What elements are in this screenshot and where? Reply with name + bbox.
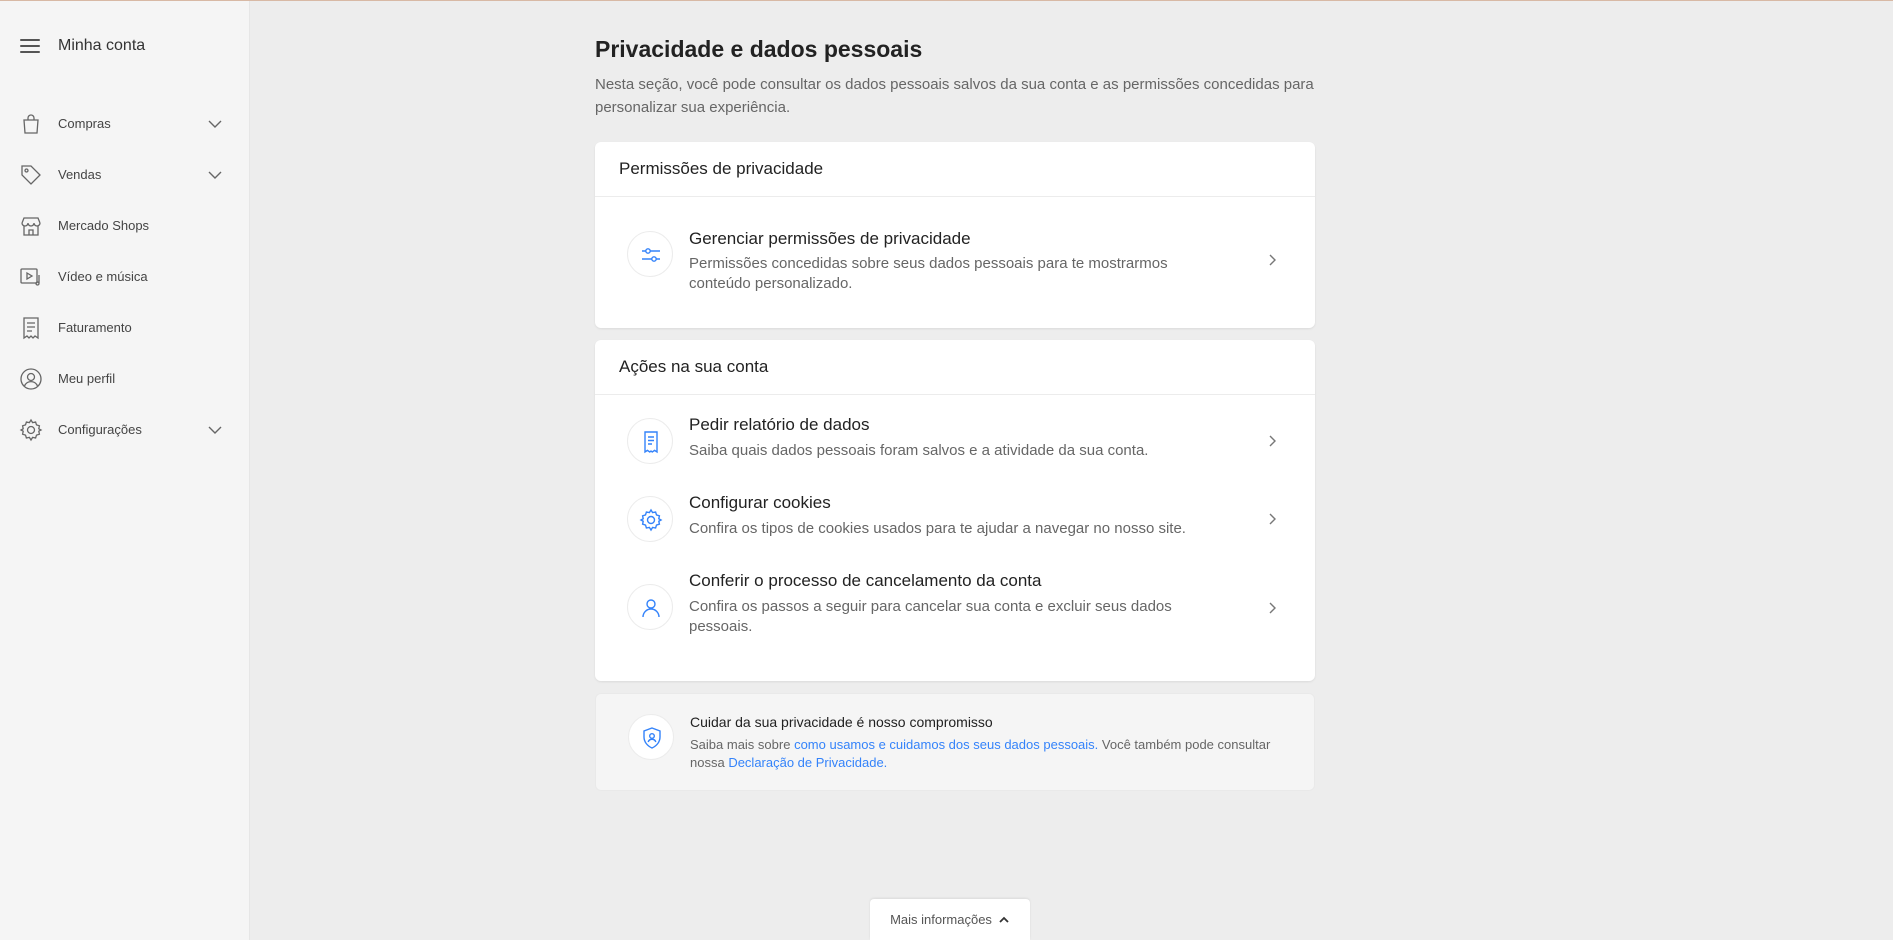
chevron-down-icon[interactable] <box>207 422 223 438</box>
sidebar-item-mercado-shops[interactable]: Mercado Shops <box>0 205 249 245</box>
more-info-button[interactable]: Mais informações <box>870 899 1030 940</box>
chevron-down-icon[interactable] <box>207 167 223 183</box>
profile-icon <box>20 368 42 390</box>
icon-circle <box>627 418 673 464</box>
icon-circle <box>628 714 674 760</box>
row-title: Pedir relatório de dados <box>689 415 870 434</box>
sidebar-item-label: Meu perfil <box>58 370 116 386</box>
card-heading: Ações na sua conta <box>595 340 1315 395</box>
chevron-up-icon <box>999 916 1009 923</box>
row-description: Confira os tipos de cookies usados para … <box>689 520 1186 537</box>
manage-privacy-permissions-row[interactable]: Gerenciar permissões de privacidade Perm… <box>595 198 1315 326</box>
page-description: Nesta seção, você pode consultar os dado… <box>595 76 1314 116</box>
chevron-right-icon <box>1269 254 1276 266</box>
hamburger-menu-icon[interactable] <box>20 39 40 53</box>
row-description: Permissões concedidas sobre seus dados p… <box>689 255 1168 292</box>
sidebar-item-label: Mercado Shops <box>58 217 150 233</box>
sidebar-item-meu-perfil[interactable]: Meu perfil <box>0 358 249 398</box>
sidebar-item-faturamento[interactable]: Faturamento <box>0 307 249 347</box>
sidebar-item-label: Faturamento <box>58 319 132 335</box>
sliders-icon <box>642 248 660 262</box>
sidebar-title: Minha conta <box>58 37 146 54</box>
privacy-commitment-notice: Cuidar da sua privacidade é nosso compro… <box>595 693 1315 791</box>
row-description: Saiba quais dados pessoais foram salvos … <box>689 442 1149 459</box>
notice-text: Saiba mais sobre como usamos e cuidamos … <box>690 736 1290 772</box>
icon-circle <box>627 231 673 277</box>
gear-icon <box>19 418 43 442</box>
icon-circle <box>627 584 673 630</box>
video-music-icon <box>20 268 40 286</box>
user-icon <box>642 599 660 618</box>
sidebar: Minha conta Compras Vendas Mercado Shops… <box>0 1 250 940</box>
row-description: Confira os passos a seguir para cancelar… <box>689 598 1172 635</box>
sidebar-header: Minha conta <box>20 35 145 57</box>
chevron-right-icon <box>1269 513 1276 525</box>
row-title: Conferir o processo de cancelamento da c… <box>689 571 1042 590</box>
data-report-row[interactable]: Pedir relatório de dados Saiba quais dad… <box>595 414 1315 484</box>
account-cancellation-row[interactable]: Conferir o processo de cancelamento da c… <box>595 570 1315 660</box>
page-title: Privacidade e dados pessoais <box>595 36 923 62</box>
notice-text-part: Saiba mais sobre <box>690 737 795 752</box>
sidebar-item-video-musica[interactable]: Vídeo e música <box>0 256 249 296</box>
row-title: Gerenciar permissões de privacidade <box>689 229 971 248</box>
row-title: Configurar cookies <box>689 493 831 512</box>
data-usage-link[interactable]: como usamos e cuidamos dos seus dados pe… <box>794 737 1098 752</box>
sidebar-item-compras[interactable]: Compras <box>0 103 249 143</box>
sidebar-item-configuracoes[interactable]: Configurações <box>0 409 249 449</box>
account-actions-card: Ações na sua conta Pedir relatório de da… <box>595 340 1315 681</box>
configure-cookies-row[interactable]: Configurar cookies Confira os tipos de c… <box>595 492 1315 562</box>
icon-circle <box>627 496 673 542</box>
more-info-label: Mais informações <box>890 912 992 927</box>
report-icon <box>644 431 658 454</box>
privacy-permissions-card: Permissões de privacidade Gerenciar perm… <box>595 142 1315 328</box>
notice-title: Cuidar da sua privacidade é nosso compro… <box>690 714 993 730</box>
sidebar-item-vendas[interactable]: Vendas <box>0 154 249 194</box>
tag-icon <box>21 165 41 185</box>
store-icon <box>21 217 41 236</box>
shield-icon <box>643 727 661 749</box>
top-border <box>0 0 1893 1</box>
sidebar-item-label: Compras <box>58 115 111 131</box>
privacy-declaration-link[interactable]: Declaração de Privacidade. <box>728 755 887 770</box>
bag-icon <box>23 114 39 134</box>
card-heading: Permissões de privacidade <box>595 142 1315 197</box>
chevron-right-icon <box>1269 435 1276 447</box>
receipt-icon <box>23 317 39 340</box>
chevron-down-icon[interactable] <box>207 116 223 132</box>
gear-icon <box>639 508 663 532</box>
sidebar-item-label: Vídeo e música <box>58 268 148 284</box>
chevron-right-icon <box>1269 602 1276 614</box>
sidebar-item-label: Vendas <box>58 166 102 182</box>
sidebar-item-label: Configurações <box>58 421 142 437</box>
